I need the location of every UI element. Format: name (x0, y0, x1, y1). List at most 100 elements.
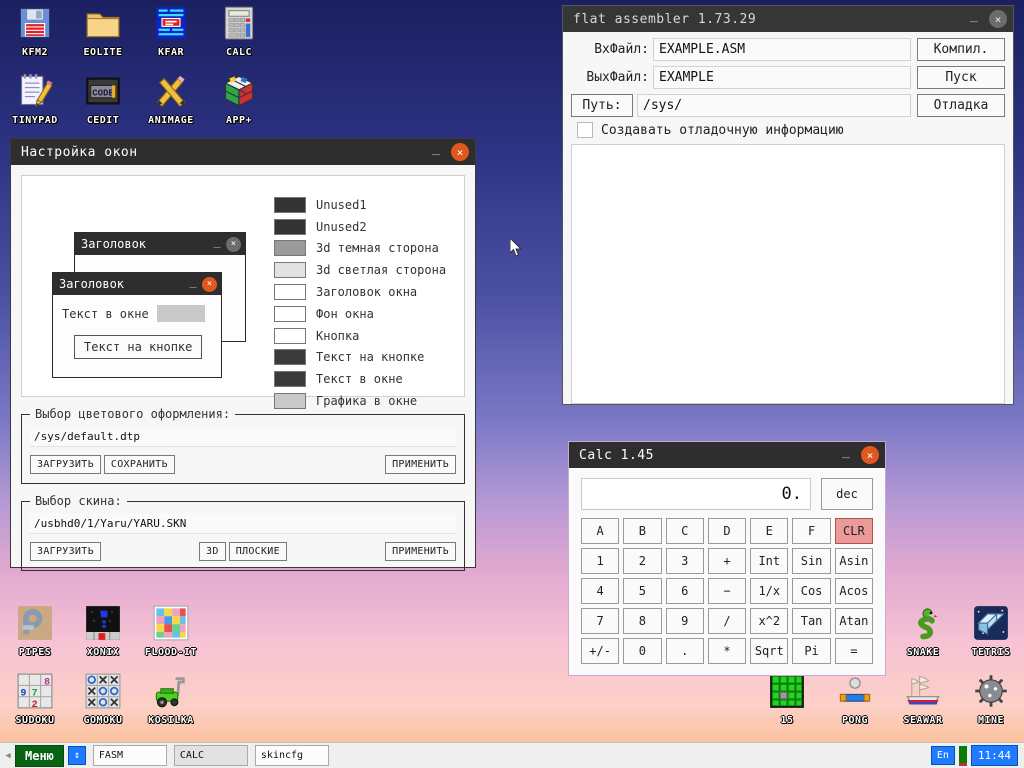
calc-key-acos[interactable]: Acos (835, 578, 873, 604)
desktop-icon-mine[interactable]: MINE (956, 673, 1024, 726)
window-skincfg[interactable]: Настройка окон _ × Заголовок _ × Заголов… (10, 138, 476, 568)
color-row[interactable]: Заголовок окна (274, 281, 446, 303)
taskbar-collapse-icon[interactable]: ◀ (3, 751, 13, 761)
desktop-icon-animage[interactable]: ANIMAGE (136, 73, 206, 126)
color-swatch[interactable] (274, 349, 306, 365)
window-calc[interactable]: Calc 1.45 _ × 0. dec ABCDEFCLR123+IntSin… (568, 441, 886, 676)
desktop-icon-pipes[interactable]: PIPES (0, 605, 70, 658)
fasm-input-field[interactable]: EXAMPLE.ASM (653, 38, 911, 61)
color-row[interactable]: Unused2 (274, 216, 446, 238)
calc-key-5[interactable]: 5 (623, 578, 661, 604)
desktop-icon-tetris[interactable]: TETRIS (956, 605, 1024, 658)
calc-key-6[interactable]: 6 (666, 578, 704, 604)
fasm-debug-button[interactable]: Отладка (917, 94, 1005, 117)
calc-key-3[interactable]: 3 (666, 548, 704, 574)
calc-key-sin[interactable]: Sin (792, 548, 830, 574)
calc-key-[interactable]: + (708, 548, 746, 574)
calc-key-4[interactable]: 4 (581, 578, 619, 604)
window-fasm[interactable]: flat assembler 1.73.29 _ × ВхФайл: EXAMP… (562, 5, 1014, 405)
fasm-compile-button[interactable]: Компил. (917, 38, 1005, 61)
color-row[interactable]: Текст на кнопке (274, 347, 446, 369)
calc-key-tan[interactable]: Tan (792, 608, 830, 634)
calc-key-2[interactable]: 2 (623, 548, 661, 574)
desktop-icon-kosilka[interactable]: KOSILKA (136, 673, 206, 726)
desktop-icon-kfm2[interactable]: KFM2 (0, 5, 70, 58)
color-scheme-apply-button[interactable]: ПРИМЕНИТЬ (385, 455, 456, 474)
color-row[interactable]: Кнопка (274, 325, 446, 347)
calc-key-[interactable]: * (708, 638, 746, 664)
color-swatch[interactable] (274, 197, 306, 213)
close-icon[interactable]: × (989, 10, 1007, 28)
color-swatch[interactable] (274, 371, 306, 387)
calc-key-[interactable]: − (708, 578, 746, 604)
desktop-icon-kfar[interactable]: KFAR (136, 5, 206, 58)
color-swatch[interactable] (274, 328, 306, 344)
calc-key-asin[interactable]: Asin (835, 548, 873, 574)
close-icon[interactable]: × (451, 143, 469, 161)
desktop-icon-tinypad[interactable]: TINYPAD (0, 73, 70, 126)
taskbar-button-calc[interactable]: CALC (174, 745, 248, 766)
color-row[interactable]: 3d светлая сторона (274, 259, 446, 281)
color-scheme-path-input[interactable]: /sys/default.dtp (30, 427, 456, 447)
color-swatch[interactable] (274, 240, 306, 256)
calc-key-9[interactable]: 9 (666, 608, 704, 634)
desktop-icon-sudoku[interactable]: 8972SUDOKU (0, 673, 70, 726)
calc-key-a[interactable]: A (581, 518, 619, 544)
desktop-icon-app-[interactable]: APP+ (204, 73, 274, 126)
color-row[interactable]: 3d темная сторона (274, 238, 446, 260)
calc-key-7[interactable]: 7 (581, 608, 619, 634)
skin-3d-button[interactable]: 3D (199, 542, 226, 561)
calc-key-int[interactable]: Int (750, 548, 788, 574)
desktop-icon-flood-it[interactable]: FLOOD-IT (136, 605, 206, 658)
calc-key-[interactable]: / (708, 608, 746, 634)
color-row[interactable]: Unused1 (274, 194, 446, 216)
calc-key-[interactable]: = (835, 638, 873, 664)
taskbar-button-fasm[interactable]: FASM (93, 745, 167, 766)
start-menu-button[interactable]: Меню (15, 745, 64, 767)
calc-key-1[interactable]: 1 (581, 548, 619, 574)
calc-key-[interactable]: . (666, 638, 704, 664)
calc-key-e[interactable]: E (750, 518, 788, 544)
calc-key-c[interactable]: C (666, 518, 704, 544)
language-indicator[interactable]: En (931, 746, 955, 765)
desktop-icon-eolite[interactable]: EOLITE (68, 5, 138, 58)
color-scheme-load-button[interactable]: ЗАГРУЗИТЬ (30, 455, 101, 474)
color-row[interactable]: Фон окна (274, 303, 446, 325)
skin-load-button[interactable]: ЗАГРУЗИТЬ (30, 542, 101, 561)
fasm-path-field[interactable]: /sys/ (637, 94, 911, 117)
color-swatch[interactable] (274, 306, 306, 322)
desktop-icon-15[interactable]: 15 (752, 673, 822, 726)
color-scheme-save-button[interactable]: СОХРАНИТЬ (104, 455, 175, 474)
taskbar-button-skincfg[interactable]: skincfg (255, 745, 329, 766)
color-swatch[interactable] (274, 284, 306, 300)
calc-key-1x[interactable]: 1/x (750, 578, 788, 604)
minimize-icon[interactable]: _ (963, 9, 985, 29)
fasm-titlebar[interactable]: flat assembler 1.73.29 _ × (563, 6, 1013, 32)
desktop-icon-pong[interactable]: PONG (820, 673, 890, 726)
calc-key-d[interactable]: D (708, 518, 746, 544)
color-swatch[interactable] (274, 219, 306, 235)
calc-key-pi[interactable]: Pi (792, 638, 830, 664)
clock[interactable]: 11:44 (971, 745, 1018, 766)
calc-key-sqrt[interactable]: Sqrt (750, 638, 788, 664)
calc-display[interactable]: 0. (581, 478, 811, 510)
updown-icon[interactable]: ↕ (68, 746, 86, 765)
color-row[interactable]: Графика в окне (274, 390, 446, 412)
skin-apply-button[interactable]: ПРИМЕНИТЬ (385, 542, 456, 561)
desktop-icon-snake[interactable]: SNAKE (888, 605, 958, 658)
color-swatch[interactable] (274, 393, 306, 409)
taskbar[interactable]: ◀ Меню ↕ FASM CALC skincfg En 11:44 (0, 742, 1024, 768)
calc-key-cos[interactable]: Cos (792, 578, 830, 604)
calc-titlebar[interactable]: Calc 1.45 _ × (569, 442, 885, 468)
calc-key-clr[interactable]: CLR (835, 518, 873, 544)
fasm-run-button[interactable]: Пуск (917, 66, 1005, 89)
desktop-icon-xonix[interactable]: XONIX (68, 605, 138, 658)
skin-flat-button[interactable]: ПЛОСКИЕ (229, 542, 287, 561)
minimize-icon[interactable]: _ (425, 142, 447, 162)
calc-key-x2[interactable]: x^2 (750, 608, 788, 634)
color-swatch[interactable] (274, 262, 306, 278)
desktop-icon-gomoku[interactable]: GOMOKU (68, 673, 138, 726)
fasm-path-button[interactable]: Путь: (571, 94, 633, 117)
calc-mode-button[interactable]: dec (821, 478, 873, 510)
fasm-debug-checkbox[interactable] (577, 122, 593, 138)
